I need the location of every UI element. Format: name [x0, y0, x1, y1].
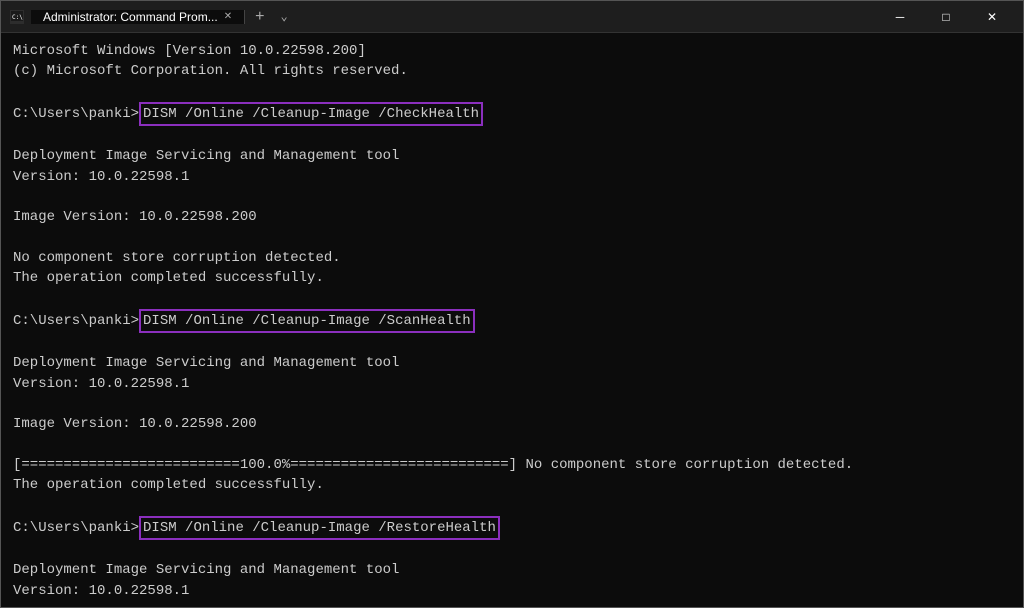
terminal-line: Image Version: 10.0.22598.200: [13, 207, 1011, 227]
command-line: C:\Users\panki>DISM /Online /Cleanup-Ima…: [13, 102, 1011, 126]
terminal-icon: C:\: [9, 9, 25, 25]
terminal-body[interactable]: Microsoft Windows [Version 10.0.22598.20…: [1, 33, 1023, 607]
active-tab[interactable]: Administrator: Command Prom... ✕: [31, 10, 245, 24]
minimize-button[interactable]: ─: [877, 1, 923, 33]
terminal-window: C:\ Administrator: Command Prom... ✕ + ⌄…: [0, 0, 1024, 608]
empty-line: [13, 289, 1011, 309]
command-line: C:\Users\panki>DISM /Online /Cleanup-Ima…: [13, 309, 1011, 333]
tab-label: Administrator: Command Prom...: [43, 10, 218, 24]
empty-line: [13, 82, 1011, 102]
window-controls: ─ □ ✕: [877, 1, 1015, 33]
maximize-button[interactable]: □: [923, 1, 969, 33]
empty-line: [13, 126, 1011, 146]
terminal-line: The operation completed successfully.: [13, 268, 1011, 288]
terminal-line: (c) Microsoft Corporation. All rights re…: [13, 61, 1011, 81]
command-text: DISM /Online /Cleanup-Image /ScanHealth: [139, 309, 475, 333]
close-button[interactable]: ✕: [969, 1, 1015, 33]
prompt-text: C:\Users\panki>: [13, 311, 139, 331]
terminal-line: Version: 10.0.22598.1: [13, 374, 1011, 394]
terminal-line: Microsoft Windows [Version 10.0.22598.20…: [13, 41, 1011, 61]
add-tab-button[interactable]: +: [245, 8, 274, 26]
terminal-line: Image Version: 10.0.22598.200: [13, 414, 1011, 434]
terminal-line: The operation completed successfully.: [13, 475, 1011, 495]
command-text: DISM /Online /Cleanup-Image /RestoreHeal…: [139, 516, 500, 540]
terminal-line: Deployment Image Servicing and Managemen…: [13, 560, 1011, 580]
empty-line: [13, 435, 1011, 455]
command-line: C:\Users\panki>DISM /Online /Cleanup-Ima…: [13, 516, 1011, 540]
terminal-line: Version: 10.0.22598.1: [13, 167, 1011, 187]
tab-close-button[interactable]: ✕: [224, 11, 232, 22]
terminal-line: [==========================100.0%=======…: [13, 455, 1011, 475]
empty-line: [13, 540, 1011, 560]
command-text: DISM /Online /Cleanup-Image /CheckHealth: [139, 102, 483, 126]
terminal-line: Version: 10.0.22598.1: [13, 581, 1011, 601]
title-bar-left: C:\ Administrator: Command Prom... ✕ + ⌄: [9, 8, 877, 26]
empty-line: [13, 496, 1011, 516]
empty-line: [13, 394, 1011, 414]
tab-nav-button[interactable]: ⌄: [274, 9, 293, 24]
prompt-text: C:\Users\panki>: [13, 104, 139, 124]
empty-line: [13, 228, 1011, 248]
terminal-line: No component store corruption detected.: [13, 248, 1011, 268]
title-bar-tabs: Administrator: Command Prom... ✕ + ⌄: [31, 8, 294, 26]
prompt-text: C:\Users\panki>: [13, 518, 139, 538]
empty-line: [13, 333, 1011, 353]
empty-line: [13, 187, 1011, 207]
svg-text:C:\: C:\: [12, 14, 23, 21]
terminal-line: Deployment Image Servicing and Managemen…: [13, 146, 1011, 166]
title-bar: C:\ Administrator: Command Prom... ✕ + ⌄…: [1, 1, 1023, 33]
terminal-line: Deployment Image Servicing and Managemen…: [13, 353, 1011, 373]
empty-line: [13, 601, 1011, 607]
